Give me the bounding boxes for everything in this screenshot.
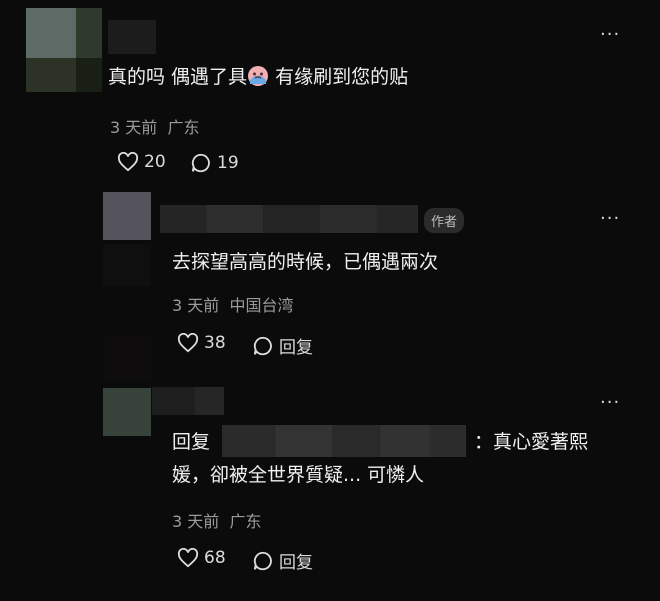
more-options-icon[interactable]: ··· (600, 210, 620, 228)
reply-label: 回复 (279, 338, 313, 358)
heart-icon (177, 548, 199, 568)
reply-button[interactable]: 回复 (252, 333, 313, 358)
timestamp: 3 天前 (110, 118, 158, 137)
username-redacted (152, 387, 224, 415)
like-button[interactable]: 38 (177, 333, 226, 353)
location: 广东 (167, 118, 200, 137)
mentioned-username-redacted (222, 425, 466, 457)
avatar-shadow (103, 244, 151, 286)
reply-button[interactable]: 回复 (252, 548, 313, 573)
comment-bubble-icon (253, 336, 272, 355)
comment-meta: 3 天前 中国台湾 (172, 292, 293, 316)
reply-count: 19 (217, 153, 239, 173)
location: 广东 (229, 512, 262, 531)
avatar[interactable] (26, 8, 102, 92)
comment-text-part1: 真的吗 偶遇了具 (108, 66, 248, 88)
heart-icon (117, 152, 139, 172)
more-options-icon[interactable]: ··· (600, 394, 620, 412)
timestamp: 3 天前 (172, 512, 220, 531)
comment-meta: 3 天前 广东 (172, 508, 261, 532)
username-redacted (108, 20, 156, 54)
comment-text: 回复 (172, 425, 210, 459)
location: 中国台湾 (229, 296, 294, 315)
comment-text-line2: 媛，卻被全世界質疑... 可憐人 (172, 464, 425, 486)
reply-prefix: 回复 (172, 431, 211, 453)
reply-label: 回复 (279, 553, 313, 573)
like-count: 20 (144, 152, 166, 172)
timestamp: 3 天前 (172, 296, 220, 315)
more-options-icon[interactable]: ··· (600, 26, 620, 44)
like-button[interactable]: 20 (117, 152, 166, 172)
comment-meta: 3 天前 广东 (110, 114, 199, 138)
reply-count-button[interactable]: 19 (190, 152, 239, 174)
comment-bubble-icon (191, 153, 210, 173)
avatar[interactable] (103, 192, 151, 240)
avatar[interactable] (103, 388, 151, 436)
comment-text: 真的吗 偶遇了具 有缘刷到您的贴 (108, 60, 408, 94)
like-button[interactable]: 68 (177, 548, 226, 568)
like-count: 38 (204, 333, 226, 353)
comment-text-part2: 有缘刷到您的贴 (269, 66, 409, 88)
heart-icon (177, 333, 199, 353)
username-redacted (160, 205, 418, 233)
crying-face-emoji-icon (247, 64, 269, 86)
blur-artifact (103, 335, 151, 379)
comment-bubble-icon (253, 551, 272, 570)
comment-text-line1: ：真心愛著熙 (474, 431, 589, 453)
like-count: 68 (204, 548, 226, 568)
comment-text: 去探望高高的時候，已偶遇兩次 (172, 251, 439, 273)
author-badge: 作者 (424, 208, 465, 233)
